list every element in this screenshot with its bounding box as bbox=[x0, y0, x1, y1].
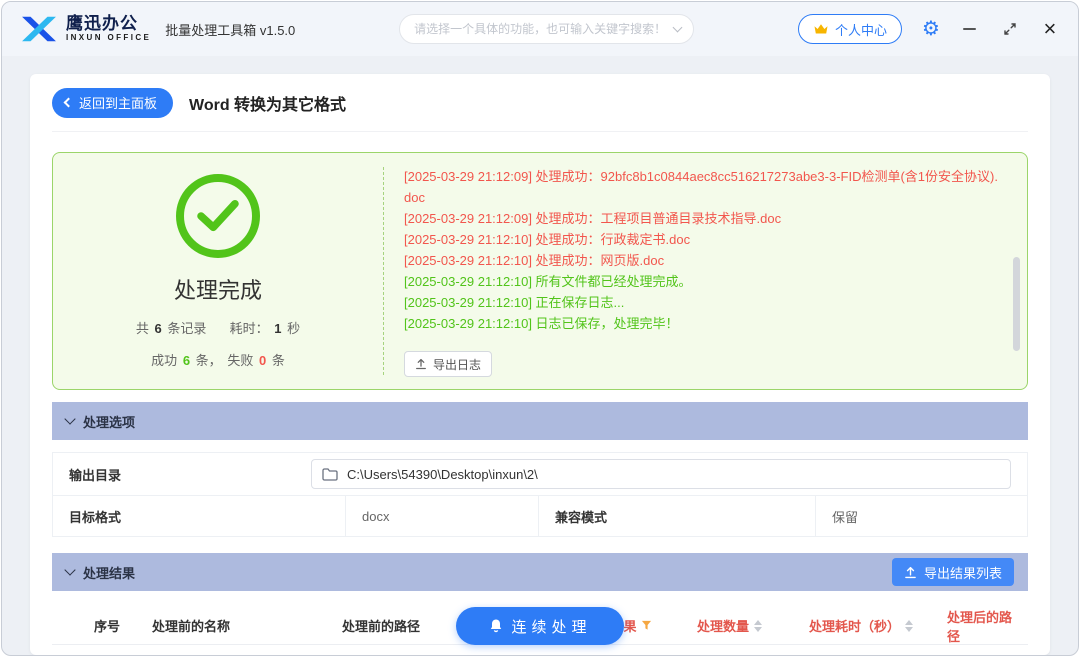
log-line: [2025-03-29 21:12:10] 所有文件都已经处理完成。 bbox=[404, 271, 999, 292]
function-search-box[interactable] bbox=[399, 14, 694, 44]
filter-funnel-icon[interactable] bbox=[641, 620, 652, 631]
close-button[interactable]: × bbox=[1040, 19, 1060, 39]
column-header-label: 处理数量 bbox=[697, 616, 749, 635]
page-title: Word 转换为其它格式 bbox=[189, 91, 346, 115]
chevron-down-icon bbox=[64, 564, 75, 575]
continue-processing-button[interactable]: 连续处理 bbox=[456, 607, 624, 645]
compat-mode-value: 保留 bbox=[815, 496, 1027, 536]
export-icon bbox=[904, 566, 917, 579]
log-line: [2025-03-29 21:12:10] 处理成功：行政裁定书.doc bbox=[404, 229, 999, 250]
section-header-results[interactable]: 处理结果 导出结果列表 bbox=[52, 553, 1028, 591]
app-window: 鹰迅办公 INXUN OFFICE 批量处理工具箱 v1.5.0 个人中心 ⚙ bbox=[1, 1, 1079, 656]
fail-count: 0 bbox=[259, 353, 266, 368]
output-dir-input[interactable]: C:\Users\54390\Desktop\inxun\2\ bbox=[311, 459, 1011, 489]
back-to-dashboard-button[interactable]: 返回到主面板 bbox=[52, 88, 173, 118]
total-suffix: 条记录 bbox=[167, 321, 206, 336]
chevron-down-icon[interactable] bbox=[673, 22, 683, 32]
fail-suffix: 条 bbox=[272, 353, 285, 368]
log-line: [2025-03-29 21:12:10] 处理成功：网页版.doc bbox=[404, 250, 999, 271]
target-format-value: docx bbox=[345, 496, 538, 536]
maximize-button[interactable] bbox=[1000, 19, 1020, 39]
column-header: 序号 bbox=[90, 616, 148, 635]
success-check-icon bbox=[176, 174, 260, 258]
titlebar: 鹰迅办公 INXUN OFFICE 批量处理工具箱 v1.5.0 个人中心 ⚙ bbox=[2, 2, 1078, 56]
log-list: [2025-03-29 21:12:09] 处理成功：92bfc8b1c0844… bbox=[404, 166, 999, 345]
section-header-options[interactable]: 处理选项 bbox=[52, 402, 1028, 440]
export-results-button[interactable]: 导出结果列表 bbox=[892, 558, 1014, 586]
export-results-label: 导出结果列表 bbox=[924, 563, 1002, 582]
minimize-button[interactable] bbox=[960, 19, 980, 39]
crown-icon bbox=[813, 22, 829, 36]
table-body-stub bbox=[52, 645, 1028, 655]
log-line: [2025-03-29 21:12:10] 正在保存日志... bbox=[404, 292, 999, 313]
column-header[interactable]: 处理数量 bbox=[693, 616, 805, 635]
settings-gear-icon[interactable]: ⚙ bbox=[922, 19, 940, 39]
app-title: 批量处理工具箱 v1.5.0 bbox=[165, 20, 295, 39]
options-table: 输出目录 C:\Users\54390\Desktop\inxun\2\ 目标格… bbox=[52, 452, 1028, 537]
status-title: 处理完成 bbox=[174, 273, 262, 305]
brand-x-icon bbox=[20, 13, 58, 45]
personal-center-button[interactable]: 个人中心 bbox=[798, 14, 902, 44]
page-header: 返回到主面板 Word 转换为其它格式 bbox=[52, 74, 1028, 132]
export-log-button[interactable]: 导出日志 bbox=[404, 351, 492, 377]
result-summary: 处理完成 共 6 条记录 耗时： 1 秒 成功 6 条， 失败 bbox=[53, 153, 383, 389]
results-table: 序号处理前的名称处理前的路径处理结果处理数量处理耗时（秒）处理后的路径 连续处理 bbox=[52, 607, 1028, 655]
success-count: 6 bbox=[183, 353, 190, 368]
total-prefix: 共 bbox=[136, 321, 149, 336]
column-header-label: 序号 bbox=[94, 616, 120, 635]
main-card: 返回到主面板 Word 转换为其它格式 处理完成 共 6 条记录 bbox=[30, 74, 1050, 655]
brand-text: 鹰迅办公 INXUN OFFICE bbox=[66, 15, 151, 42]
compat-mode-label: 兼容模式 bbox=[538, 496, 815, 536]
fail-label: 失败 bbox=[227, 353, 253, 368]
column-header-label: 处理耗时（秒） bbox=[809, 616, 900, 635]
elapsed-suffix: 秒 bbox=[287, 321, 300, 336]
output-dir-label: 输出目录 bbox=[53, 453, 311, 495]
bell-icon bbox=[488, 618, 504, 634]
folder-icon bbox=[322, 468, 338, 481]
elapsed-label: 耗时： bbox=[230, 321, 269, 336]
export-log-label: 导出日志 bbox=[433, 356, 481, 373]
export-icon bbox=[415, 358, 427, 370]
stats-line-totals: 共 6 条记录 耗时： 1 秒 bbox=[135, 318, 301, 337]
maximize-icon bbox=[1003, 22, 1017, 36]
continue-button-label: 连续处理 bbox=[511, 616, 591, 637]
back-button-label: 返回到主面板 bbox=[79, 93, 157, 112]
chevron-left-icon bbox=[64, 98, 74, 108]
titlebar-actions: 个人中心 ⚙ × bbox=[798, 14, 1060, 44]
log-line: [2025-03-29 21:12:09] 处理成功：工程项目普通目录技术指导.… bbox=[404, 208, 999, 229]
success-label: 成功 bbox=[151, 353, 177, 368]
output-dir-row: 输出目录 C:\Users\54390\Desktop\inxun\2\ bbox=[53, 453, 1027, 495]
sort-icon[interactable] bbox=[754, 620, 762, 632]
total-count: 6 bbox=[155, 321, 162, 336]
minimize-icon bbox=[963, 28, 976, 30]
log-area: [2025-03-29 21:12:09] 处理成功：92bfc8b1c0844… bbox=[384, 153, 1027, 389]
brand-subtitle: INXUN OFFICE bbox=[66, 34, 151, 43]
format-row: 目标格式 docx 兼容模式 保留 bbox=[53, 495, 1027, 536]
log-scrollbar[interactable] bbox=[1013, 257, 1020, 351]
column-header-label: 处理前的路径 bbox=[342, 616, 420, 635]
chevron-down-icon bbox=[64, 413, 75, 424]
result-panel: 处理完成 共 6 条记录 耗时： 1 秒 成功 6 条， 失败 bbox=[52, 152, 1028, 390]
brand-name: 鹰迅办公 bbox=[66, 15, 151, 34]
log-line: [2025-03-29 21:12:09] 处理成功：92bfc8b1c0844… bbox=[404, 166, 999, 208]
options-section-title: 处理选项 bbox=[83, 412, 135, 431]
output-dir-value: C:\Users\54390\Desktop\inxun\2\ bbox=[347, 467, 538, 482]
column-header[interactable]: 处理耗时（秒） bbox=[805, 616, 943, 635]
stats-line-outcome: 成功 6 条， 失败 0 条 bbox=[150, 350, 286, 369]
log-line: [2025-03-29 21:12:10] 日志已保存，处理完毕！ bbox=[404, 313, 999, 334]
content-area: 返回到主面板 Word 转换为其它格式 处理完成 共 6 条记录 bbox=[2, 56, 1078, 655]
close-icon: × bbox=[1044, 18, 1057, 40]
sort-icon[interactable] bbox=[905, 620, 913, 632]
column-header: 处理前的名称 bbox=[148, 616, 338, 635]
elapsed-value: 1 bbox=[274, 321, 281, 336]
results-section-title: 处理结果 bbox=[83, 563, 135, 582]
search-input[interactable] bbox=[412, 21, 666, 37]
app-logo: 鹰迅办公 INXUN OFFICE bbox=[20, 13, 151, 45]
column-header-label: 处理后的路径 bbox=[947, 607, 1024, 645]
success-suffix: 条， bbox=[196, 353, 222, 368]
personal-center-label: 个人中心 bbox=[835, 20, 887, 39]
column-header: 处理后的路径 bbox=[943, 607, 1028, 645]
column-header-label: 处理前的名称 bbox=[152, 616, 230, 635]
target-format-label: 目标格式 bbox=[53, 496, 345, 536]
